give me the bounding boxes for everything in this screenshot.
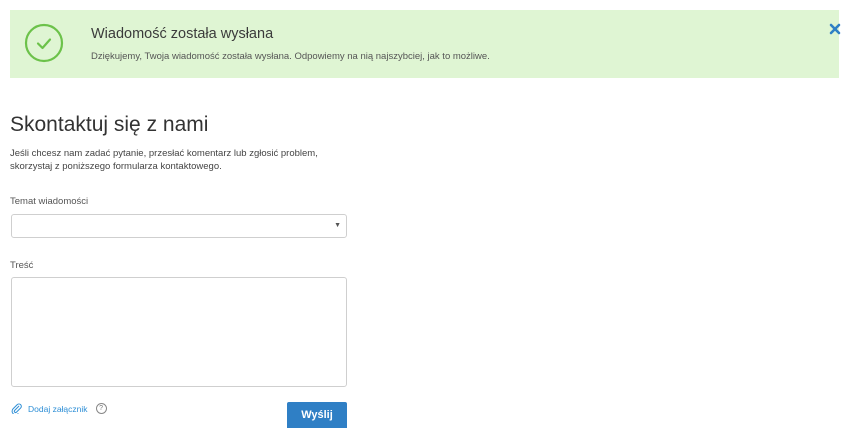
caret-down-icon: ▼ <box>334 222 341 229</box>
intro-text: Jeśli chcesz nam zadać pytanie, przesłać… <box>10 148 390 173</box>
body-label: Treść <box>10 260 34 271</box>
send-button[interactable]: Wyślij <box>287 402 347 428</box>
alert-title: Wiadomość została wysłana <box>91 26 274 42</box>
message-textarea[interactable] <box>11 277 347 387</box>
subject-label: Temat wiadomości <box>10 196 89 207</box>
success-alert: Wiadomość została wysłana Dziękujemy, Tw… <box>10 10 842 78</box>
subject-select[interactable]: ▼ <box>11 214 347 238</box>
add-attachment-link[interactable]: Dodaj załącznik ? <box>11 403 107 414</box>
paperclip-icon <box>11 403 22 414</box>
check-circle-icon <box>24 23 64 63</box>
add-attachment-label: Dodaj załącznik <box>28 403 88 414</box>
intro-line: Jeśli chcesz nam zadać pytanie, przesłać… <box>10 148 318 159</box>
intro-line: skorzystaj z poniższego formularza konta… <box>10 160 222 172</box>
close-icon[interactable] <box>828 22 842 36</box>
alert-message: Dziękujemy, Twoja wiadomość została wysł… <box>91 51 490 62</box>
help-icon[interactable]: ? <box>95 403 107 414</box>
page-title: Skontaktuj się z nami <box>10 113 209 136</box>
